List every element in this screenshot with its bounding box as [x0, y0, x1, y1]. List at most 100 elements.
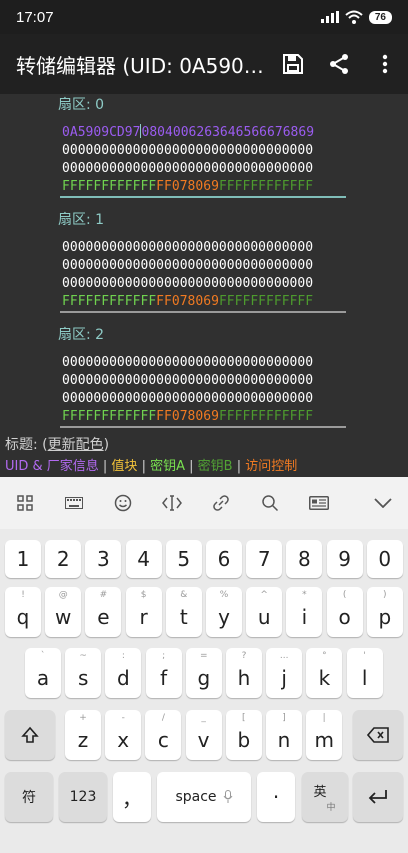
sector-0-underline — [60, 196, 346, 198]
key-d[interactable]: :d — [105, 648, 142, 698]
sector-1-underline — [60, 311, 346, 313]
emoji-button[interactable] — [98, 477, 147, 529]
key-s[interactable]: ~ s — [65, 648, 102, 698]
key-8[interactable]: 8 — [286, 540, 323, 578]
legend-sep: | — [185, 459, 198, 474]
key-1[interactable]: 1 — [5, 540, 41, 578]
key-6[interactable]: 6 — [206, 540, 242, 578]
key-v[interactable]: _ v — [185, 710, 222, 760]
grid-button[interactable] — [0, 477, 49, 529]
key-u[interactable]: ^ u — [246, 587, 283, 637]
enter-key[interactable] — [353, 772, 403, 822]
access-bits-text: FF078069 — [156, 179, 219, 194]
sector-1-trailer[interactable]: FFFFFFFFFFFFFF078069FFFFFFFFFFFF — [62, 293, 313, 310]
key-a[interactable]: ` a — [25, 648, 61, 698]
key-x[interactable]: -x — [105, 710, 142, 760]
keyboard-layout-button[interactable] — [49, 477, 98, 529]
key-k[interactable]: ° k — [306, 648, 343, 698]
legend-title-prefix: 标题: ( — [5, 437, 48, 453]
sector-2-block-2[interactable]: 00000000000000000000000000000000 — [62, 390, 313, 407]
key-j[interactable]: ... j — [266, 648, 303, 698]
emoji-icon — [114, 494, 131, 512]
key-2[interactable]: 2 — [45, 540, 82, 578]
search-button[interactable] — [245, 477, 294, 529]
legend-access: 访问控制 — [245, 459, 298, 474]
key-n[interactable]: ] n — [266, 710, 302, 760]
language-switch-key[interactable]: 英中 — [302, 772, 348, 822]
uid-text: 0A5909CD97 — [62, 125, 141, 140]
grid-icon — [16, 495, 33, 511]
key-t[interactable]: & t — [165, 587, 202, 637]
sector-0-trailer[interactable]: FFFFFFFFFFFFFF078069FFFFFFFFFFFF — [62, 178, 313, 195]
dump-editor[interactable]: 扇区: 0 0A5909CD970804006263646566676869 0… — [0, 94, 408, 477]
key-y[interactable]: % y — [206, 587, 242, 637]
share-icon — [330, 54, 348, 74]
legend-key-a: 密钥A — [150, 459, 185, 474]
card-button[interactable] — [294, 477, 343, 529]
key-7[interactable]: 7 — [246, 540, 283, 578]
sector-2-trailer[interactable]: FFFFFFFFFFFFFF078069FFFFFFFFFFFF — [62, 408, 313, 425]
key-hint: @ — [58, 590, 68, 600]
key-5[interactable]: 5 — [165, 540, 202, 578]
cursor-icon — [161, 495, 182, 511]
period-key[interactable]: · — [257, 772, 295, 822]
key-b[interactable]: [b — [225, 710, 262, 760]
key-0[interactable]: 0 — [366, 540, 403, 578]
key-z[interactable]: + z — [65, 710, 101, 760]
key-label: 4 — [137, 547, 150, 571]
shift-key[interactable] — [5, 710, 55, 760]
key-e[interactable]: # e — [85, 587, 122, 637]
key-a-text: FFFFFFFFFFFF — [62, 409, 157, 424]
key-q[interactable]: ! q — [5, 587, 41, 637]
key-hint: ) — [383, 590, 387, 600]
key-label: q — [16, 605, 30, 629]
key-label: w — [55, 605, 72, 629]
sector-2-label: 扇区: 2 — [58, 327, 105, 343]
key-9[interactable]: 9 — [326, 540, 363, 578]
key-i[interactable]: * i — [286, 587, 323, 637]
key-w[interactable]: @ w — [45, 587, 82, 637]
sector-1-block-1[interactable]: 00000000000000000000000000000000 — [62, 257, 313, 274]
sector-0-block-0[interactable]: 0A5909CD970804006263646566676869 — [62, 124, 314, 141]
key-label: z — [77, 728, 89, 752]
color-legend: UID & 厂家信息 | 值块 | 密钥A | 密钥B | 访问控制 — [5, 455, 297, 474]
sector-0-block-2[interactable]: 00000000000000000000000000000000 — [62, 160, 313, 177]
legend-sep: | — [98, 459, 112, 474]
more-options-button[interactable] — [362, 34, 408, 94]
hide-keyboard-button[interactable] — [358, 477, 408, 529]
key-m[interactable]: | m — [306, 710, 343, 760]
backspace-key[interactable] — [353, 710, 403, 760]
key-label: n — [277, 728, 291, 752]
key-4[interactable]: 4 — [125, 540, 162, 578]
mic-icon — [223, 790, 232, 803]
key-g[interactable]: = g — [185, 648, 222, 698]
sector-0-label: 扇区: 0 — [58, 97, 105, 113]
sector-0-block-1[interactable]: 00000000000000000000000000000000 — [62, 142, 313, 159]
key-hint: [ — [242, 713, 246, 723]
clipboard-link-button[interactable] — [196, 477, 245, 529]
save-button[interactable] — [270, 34, 316, 94]
sector-2-block-0[interactable]: 00000000000000000000000000000000 — [62, 354, 313, 371]
update-colors-link[interactable]: 更新配色 — [48, 437, 104, 453]
sector-1-block-0[interactable]: 00000000000000000000000000000000 — [62, 239, 313, 256]
key-hint: / — [161, 713, 165, 723]
comma-key[interactable]: ， — [113, 772, 151, 822]
key-f[interactable]: ; f — [145, 648, 182, 698]
key-r[interactable]: $ r — [125, 587, 162, 637]
key-o[interactable]: (o — [326, 587, 363, 637]
key-label: l — [361, 666, 368, 690]
key-l[interactable]: ' l — [346, 648, 383, 698]
sector-2-block-1[interactable]: 00000000000000000000000000000000 — [62, 372, 313, 389]
key-c[interactable]: / c — [145, 710, 182, 760]
cursor-move-button[interactable] — [147, 477, 196, 529]
share-button[interactable] — [316, 34, 362, 94]
space-key[interactable]: space — [157, 772, 251, 822]
number-key[interactable]: 123 — [59, 772, 107, 822]
sector-1-block-2[interactable]: 00000000000000000000000000000000 — [62, 275, 313, 292]
symbol-key[interactable]: 符 — [5, 772, 53, 822]
key-label: 2 — [56, 547, 70, 571]
key-3[interactable]: 3 — [85, 540, 122, 578]
key-h[interactable]: ? h — [226, 648, 262, 698]
key-p[interactable]: ) p — [366, 587, 403, 637]
status-bar: 17:07 76 — [0, 0, 408, 34]
